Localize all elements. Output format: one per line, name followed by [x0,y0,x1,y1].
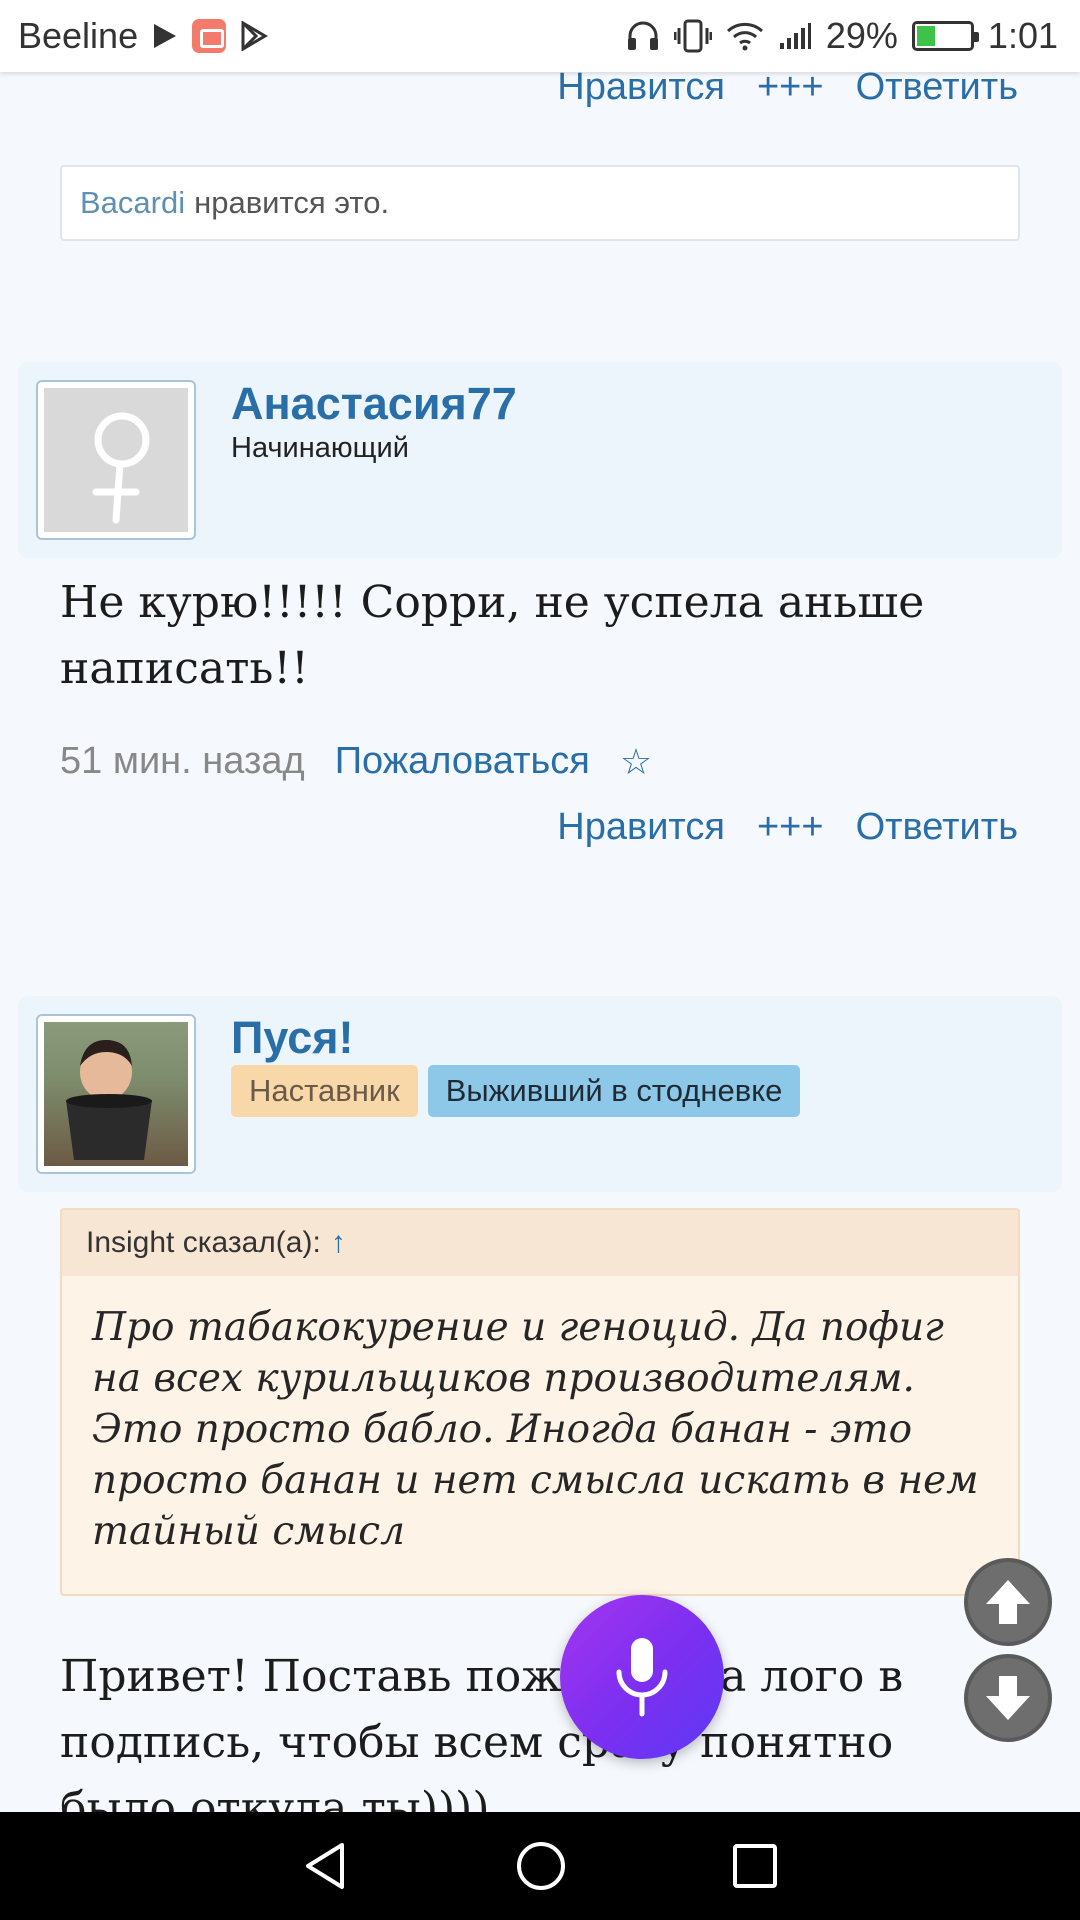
post-meta: 51 мин. назад Пожаловаться ☆ [60,740,652,783]
bookmark-star-icon[interactable]: ☆ [620,741,652,783]
reply-button[interactable]: Ответить [856,72,1018,109]
post-actions-1: Нравится +++ Ответить [557,806,1018,849]
post-body: Привет! Поставь пожалуйста лого в подпис… [60,1651,904,1812]
post-body: Не курю!!!!! Сорри, не успела аньше напи… [60,577,925,694]
post-header-1: Анастасия77 Начинающий [18,362,1062,558]
thread-content: Нравится +++ Ответить Bacardi нравится э… [0,72,1080,1812]
post-actions-prev: Нравится +++ Ответить [557,72,1018,109]
avatar[interactable] [36,380,196,540]
likes-box: Bacardi нравится это. [60,165,1020,241]
wifi-icon [726,22,763,51]
user-badges: Наставник Выживший в стодневке [231,1065,801,1117]
quote-block: Insight сказал(а): ↑ Про табакокурение и… [60,1208,1020,1596]
quote-header: Insight сказал(а): ↑ [62,1210,1018,1276]
vibrate-icon [673,19,712,53]
arrow-up-icon [986,1580,1030,1624]
quote-source-arrow-icon[interactable]: ↑ [331,1226,346,1260]
like-button[interactable]: Нравится [557,72,725,109]
battery-icon [911,21,979,51]
recents-icon[interactable] [732,1843,778,1889]
post-header-2: Пуся! Наставник Выживший в стодневке [18,996,1062,1192]
liker-link[interactable]: Bacardi [80,185,185,221]
post-time: 51 мин. назад [60,740,305,782]
female-symbol-icon [44,388,188,532]
badge-mentor: Наставник [231,1065,418,1117]
signal-icon [779,23,811,49]
quote-text: Про табакокурение и геноцид. Да пофиг на… [92,1305,979,1554]
carrier-name: Beeline [18,15,139,56]
quote-author: Insight сказал(а): [86,1226,321,1259]
play-icon [154,24,177,48]
status-bar: Beeline 29% 1:01 [0,0,1080,72]
report-link[interactable]: Пожаловаться [335,740,590,783]
avatar[interactable] [36,1014,196,1174]
scroll-up-button[interactable] [964,1558,1052,1646]
username[interactable]: Анастасия77 [231,378,517,430]
back-icon[interactable] [302,1841,350,1891]
home-icon[interactable] [515,1840,567,1892]
user-rank: Начинающий [231,432,409,464]
play-store-icon [241,21,269,51]
headphones-icon [627,21,658,50]
battery-percent: 29% [825,15,898,56]
clock: 1:01 [987,15,1058,56]
navigation-bar [0,1812,1080,1920]
plus-button[interactable]: +++ [757,72,824,109]
microphone-icon [616,1638,668,1717]
reply-button[interactable]: Ответить [856,806,1018,849]
arrow-down-icon [986,1676,1030,1720]
plus-button[interactable]: +++ [757,806,824,849]
badge-survivor: Выживший в стодневке [427,1065,801,1117]
username[interactable]: Пуся! [231,1012,354,1064]
scroll-down-button[interactable] [964,1654,1052,1742]
app-notification-icon [192,19,227,53]
likes-text: нравится это. [194,185,390,220]
like-button[interactable]: Нравится [557,806,725,849]
avatar-photo [44,1022,188,1166]
voice-input-button[interactable] [560,1595,724,1759]
